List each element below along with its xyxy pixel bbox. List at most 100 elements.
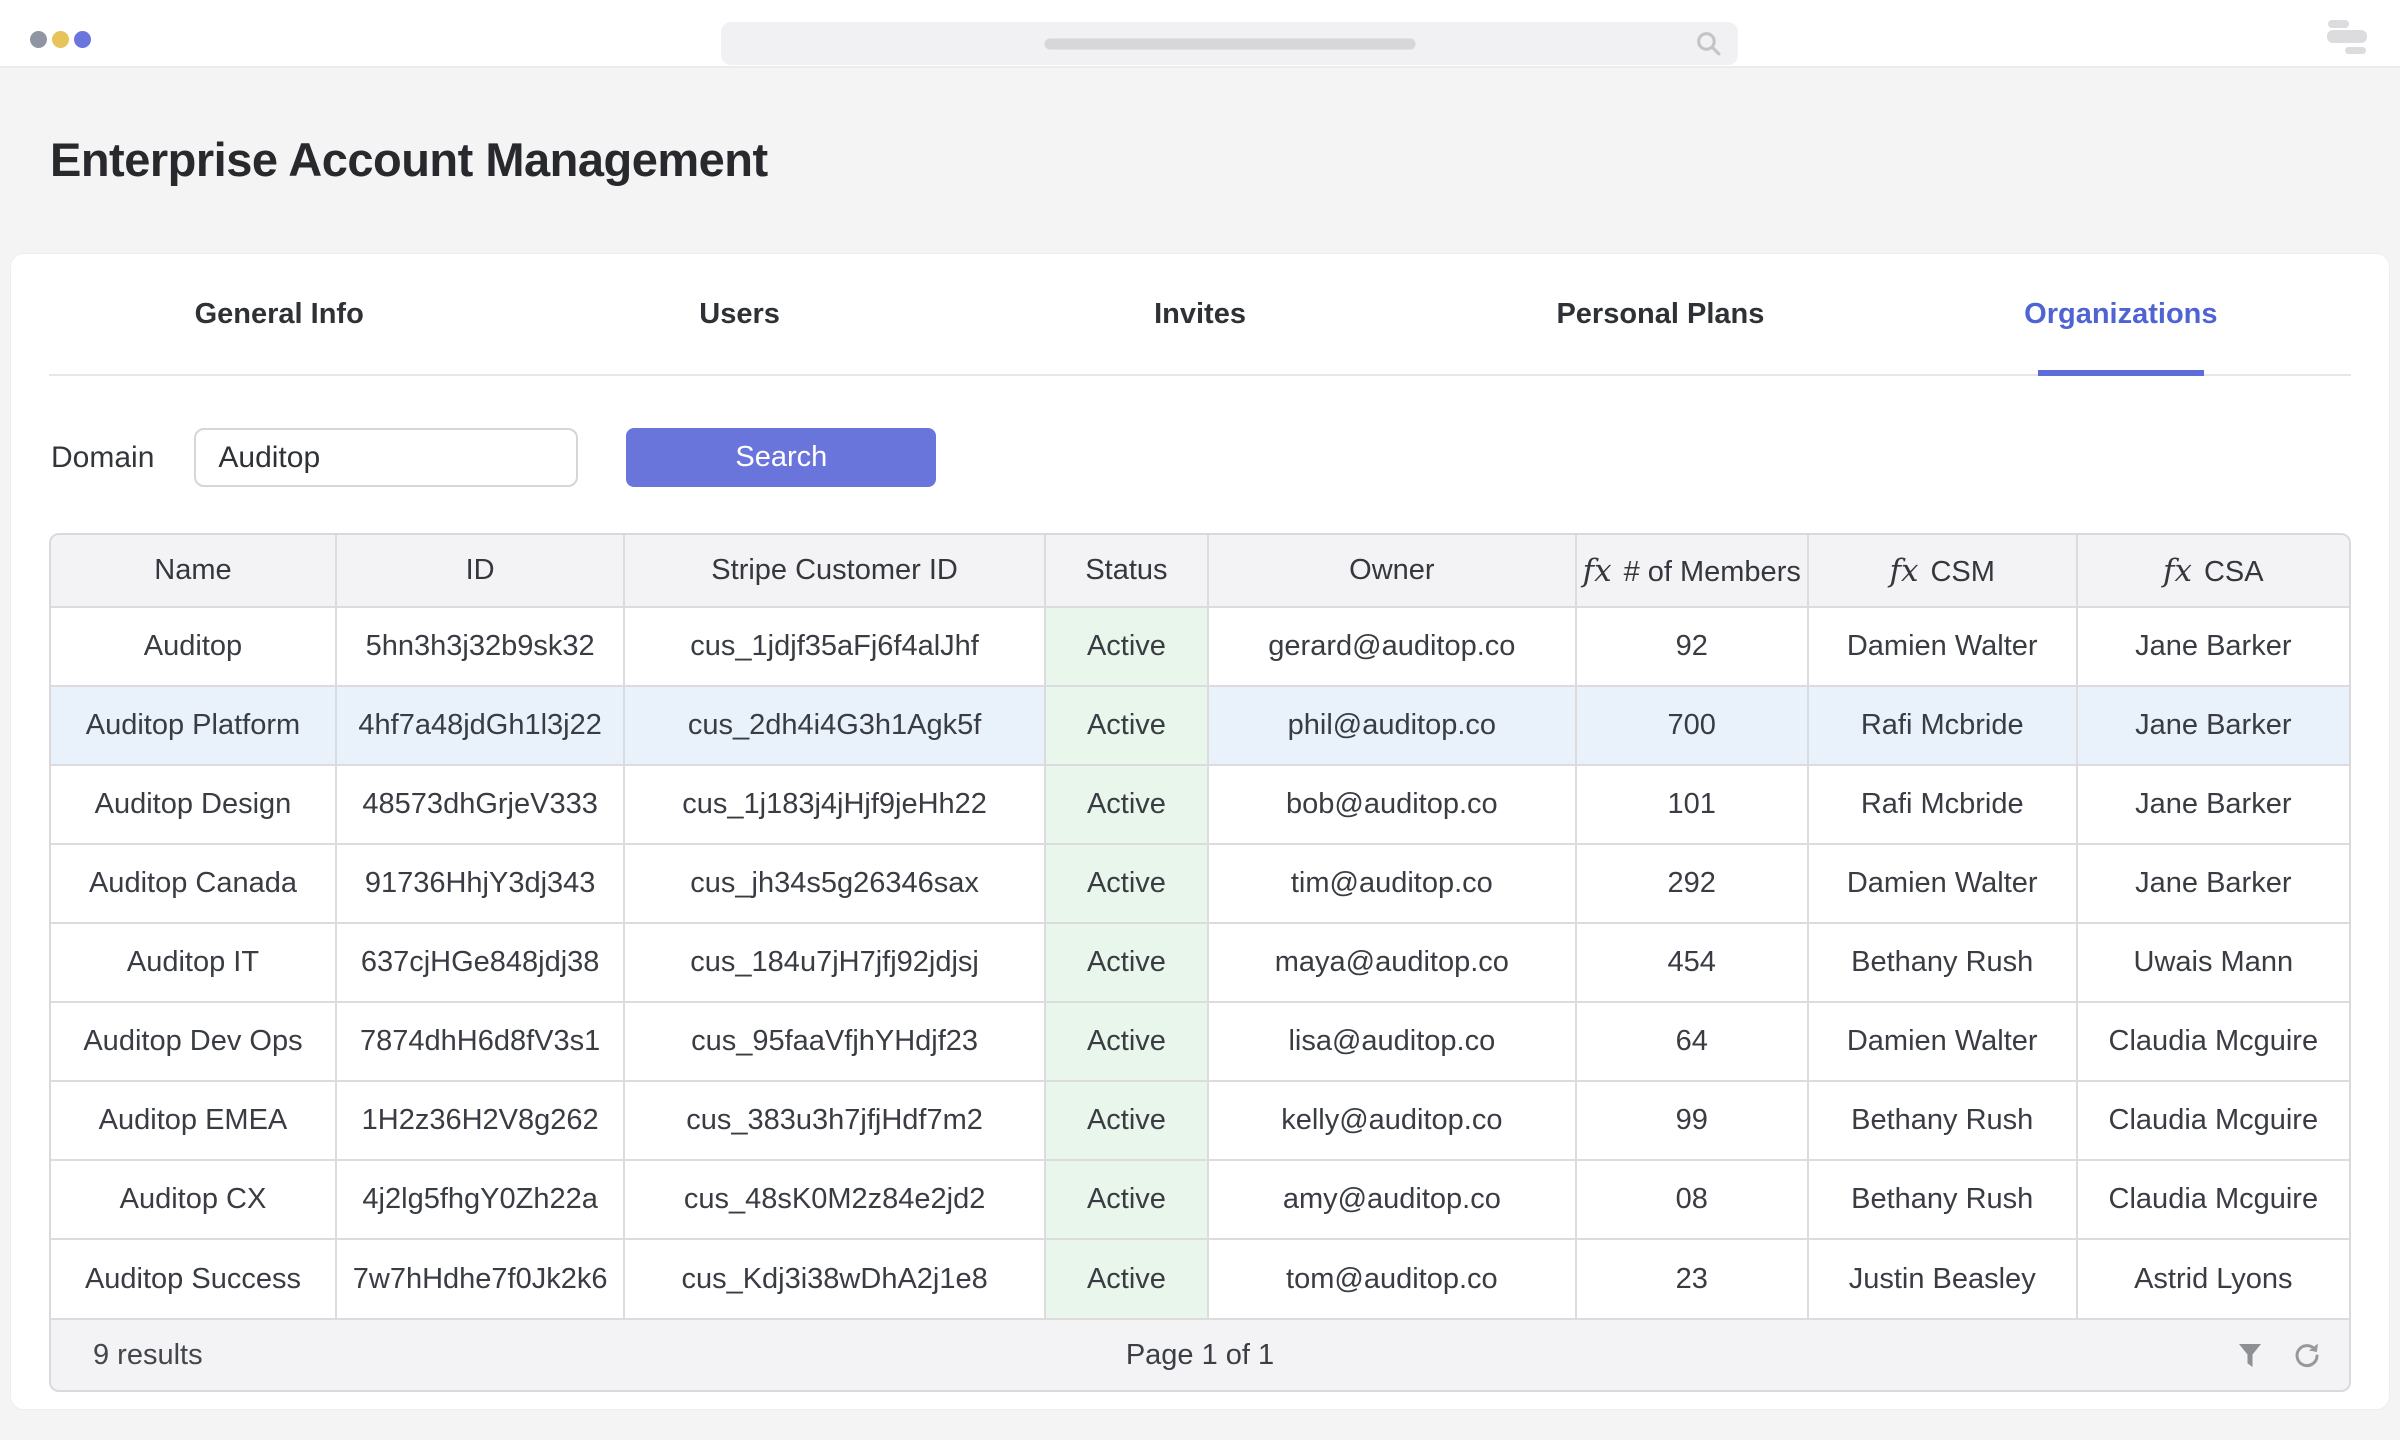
cell-name[interactable]: Auditop Platform <box>51 686 336 765</box>
cell-owner[interactable]: bob@auditop.co <box>1208 765 1576 844</box>
cell-status[interactable]: Active <box>1045 1160 1208 1239</box>
cell-name[interactable]: Auditop CX <box>51 1160 336 1239</box>
cell-csm[interactable]: Justin Beasley <box>1808 1239 2077 1318</box>
tab-general-info[interactable]: General Info <box>49 254 509 374</box>
cell-csa[interactable]: Jane Barker <box>2077 844 2349 923</box>
cell-stripe-customer-id[interactable]: cus_2dh4i4G3h1Agk5f <box>624 686 1045 765</box>
cell-members[interactable]: 292 <box>1576 844 1808 923</box>
cell-csa[interactable]: Jane Barker <box>2077 607 2349 686</box>
cell-name[interactable]: Auditop Canada <box>51 844 336 923</box>
cell-stripe-customer-id[interactable]: cus_383u3h7jfjHdf7m2 <box>624 1081 1045 1160</box>
cell-csm[interactable]: Damien Walter <box>1808 1002 2077 1081</box>
table-row[interactable]: Auditop 5hn3h3j32b9sk32 cus_1jdjf35aFj6f… <box>51 607 2349 686</box>
cell-status[interactable]: Active <box>1045 607 1208 686</box>
cell-org-id[interactable]: 5hn3h3j32b9sk32 <box>336 607 624 686</box>
cell-owner[interactable]: tim@auditop.co <box>1208 844 1576 923</box>
cell-members[interactable]: 23 <box>1576 1239 1808 1318</box>
table-row[interactable]: Auditop CX 4j2lg5fhgY0Zh22a cus_48sK0M2z… <box>51 1160 2349 1239</box>
cell-stripe-customer-id[interactable]: cus_95faaVfjhYHdjf23 <box>624 1002 1045 1081</box>
cell-stripe-customer-id[interactable]: cus_1jdjf35aFj6f4alJhf <box>624 607 1045 686</box>
cell-owner[interactable]: amy@auditop.co <box>1208 1160 1576 1239</box>
cell-name[interactable]: Auditop IT <box>51 923 336 1002</box>
stacked-bar-top <box>2328 20 2349 28</box>
cell-csm[interactable]: Rafi Mcbride <box>1808 765 2077 844</box>
window-dot-yellow[interactable] <box>52 31 69 48</box>
browser-address-bar[interactable] <box>721 22 1738 65</box>
cell-org-id[interactable]: 4j2lg5fhgY0Zh22a <box>336 1160 624 1239</box>
table-row[interactable]: Auditop EMEA 1H2z36H2V8g262 cus_383u3h7j… <box>51 1081 2349 1160</box>
cell-owner[interactable]: maya@auditop.co <box>1208 923 1576 1002</box>
tab-invites[interactable]: Invites <box>970 254 1430 374</box>
cell-members[interactable]: 99 <box>1576 1081 1808 1160</box>
cell-name[interactable]: Auditop <box>51 607 336 686</box>
cell-members[interactable]: 92 <box>1576 607 1808 686</box>
cell-owner[interactable]: tom@auditop.co <box>1208 1239 1576 1318</box>
cell-status[interactable]: Active <box>1045 844 1208 923</box>
window-dot-indigo[interactable] <box>74 31 91 48</box>
table-row[interactable]: Auditop Design 48573dhGrjeV333 cus_1j183… <box>51 765 2349 844</box>
cell-members[interactable]: 64 <box>1576 1002 1808 1081</box>
cell-members[interactable]: 454 <box>1576 923 1808 1002</box>
table-row[interactable]: Auditop IT 637cjHGe848jdj38 cus_184u7jH7… <box>51 923 2349 1002</box>
cell-csa[interactable]: Astrid Lyons <box>2077 1239 2349 1318</box>
cell-status[interactable]: Active <box>1045 923 1208 1002</box>
cell-owner[interactable]: gerard@auditop.co <box>1208 607 1576 686</box>
cell-stripe-customer-id[interactable]: cus_48sK0M2z84e2jd2 <box>624 1160 1045 1239</box>
tab-users[interactable]: Users <box>509 254 969 374</box>
cell-csa[interactable]: Claudia Mcguire <box>2077 1081 2349 1160</box>
table-row[interactable]: Auditop Success 7w7hHdhe7f0Jk2k6 cus_Kdj… <box>51 1239 2349 1318</box>
stacked-bars-icon[interactable] <box>2327 20 2367 54</box>
cell-org-id[interactable]: 7w7hHdhe7f0Jk2k6 <box>336 1239 624 1318</box>
cell-org-id[interactable]: 1H2z36H2V8g262 <box>336 1081 624 1160</box>
cell-csm[interactable]: Bethany Rush <box>1808 1081 2077 1160</box>
cell-org-id[interactable]: 48573dhGrjeV333 <box>336 765 624 844</box>
window-dot-gray[interactable] <box>30 31 47 48</box>
cell-owner[interactable]: lisa@auditop.co <box>1208 1002 1576 1081</box>
cell-name[interactable]: Auditop EMEA <box>51 1081 336 1160</box>
cell-csa[interactable]: Claudia Mcguire <box>2077 1160 2349 1239</box>
cell-stripe-customer-id[interactable]: cus_jh34s5g26346sax <box>624 844 1045 923</box>
cell-csa[interactable]: Jane Barker <box>2077 765 2349 844</box>
cell-name[interactable]: Auditop Success <box>51 1239 336 1318</box>
cell-csm[interactable]: Bethany Rush <box>1808 1160 2077 1239</box>
table-row[interactable]: Auditop Canada 91736HhjY3dj343 cus_jh34s… <box>51 844 2349 923</box>
cell-status[interactable]: Active <box>1045 1239 1208 1318</box>
cell-csm[interactable]: Damien Walter <box>1808 844 2077 923</box>
cell-status[interactable]: Active <box>1045 1002 1208 1081</box>
domain-input[interactable] <box>194 428 578 487</box>
window-controls <box>30 31 91 48</box>
cell-name[interactable]: Auditop Dev Ops <box>51 1002 336 1081</box>
fx-icon: fx <box>2163 553 2192 589</box>
cell-status[interactable]: Active <box>1045 1081 1208 1160</box>
cell-csm[interactable]: Rafi Mcbride <box>1808 686 2077 765</box>
cell-org-id[interactable]: 7874dhH6d8fV3s1 <box>336 1002 624 1081</box>
cell-members[interactable]: 08 <box>1576 1160 1808 1239</box>
cell-csa[interactable]: Jane Barker <box>2077 686 2349 765</box>
cell-csa[interactable]: Uwais Mann <box>2077 923 2349 1002</box>
cell-stripe-customer-id[interactable]: cus_184u7jH7jfj92jdjsj <box>624 923 1045 1002</box>
tab-personal-plans[interactable]: Personal Plans <box>1430 254 1890 374</box>
cell-org-id[interactable]: 637cjHGe848jdj38 <box>336 923 624 1002</box>
cell-owner[interactable]: kelly@auditop.co <box>1208 1081 1576 1160</box>
cell-members[interactable]: 700 <box>1576 686 1808 765</box>
cell-org-id[interactable]: 91736HhjY3dj343 <box>336 844 624 923</box>
cell-members[interactable]: 101 <box>1576 765 1808 844</box>
cell-name[interactable]: Auditop Design <box>51 765 336 844</box>
cell-csa[interactable]: Claudia Mcguire <box>2077 1002 2349 1081</box>
refresh-icon[interactable] <box>2291 1340 2321 1370</box>
table-row[interactable]: Auditop Platform 4hf7a48jdGh1l3j22 cus_2… <box>51 686 2349 765</box>
cell-stripe-customer-id[interactable]: cus_Kdj3i38wDhA2j1e8 <box>624 1239 1045 1318</box>
column-header: Owner <box>1208 535 1576 607</box>
search-button[interactable]: Search <box>626 428 936 487</box>
cell-status[interactable]: Active <box>1045 765 1208 844</box>
tab-organizations[interactable]: Organizations <box>1891 254 2351 374</box>
cell-csm[interactable]: Damien Walter <box>1808 607 2077 686</box>
cell-csm[interactable]: Bethany Rush <box>1808 923 2077 1002</box>
filter-funnel-icon[interactable] <box>2235 1340 2265 1370</box>
results-count: 9 results <box>93 1339 203 1372</box>
cell-org-id[interactable]: 4hf7a48jdGh1l3j22 <box>336 686 624 765</box>
cell-stripe-customer-id[interactable]: cus_1j183j4jHjf9jeHh22 <box>624 765 1045 844</box>
cell-status[interactable]: Active <box>1045 686 1208 765</box>
cell-owner[interactable]: phil@auditop.co <box>1208 686 1576 765</box>
table-row[interactable]: Auditop Dev Ops 7874dhH6d8fV3s1 cus_95fa… <box>51 1002 2349 1081</box>
